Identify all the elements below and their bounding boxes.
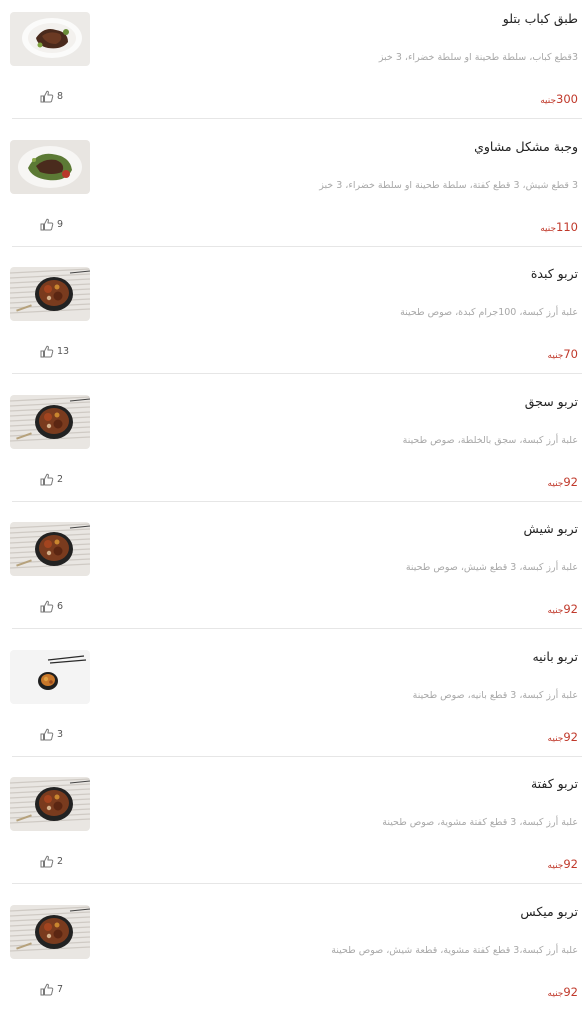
- price-currency: جنيه: [547, 351, 564, 361]
- price-value: 300: [556, 92, 578, 106]
- thumbs-up-icon: [40, 90, 54, 103]
- price-value: 92: [563, 602, 578, 616]
- dish-photo[interactable]: [10, 905, 90, 959]
- menu-item[interactable]: تربو كفتة علبة أرز كبسة، 3 قطع كفتة مشوي…: [0, 765, 587, 892]
- menu-item[interactable]: تربو شيش علبة أرز كبسة، 3 قطع شيش، صوص ط…: [0, 510, 587, 637]
- row-divider: [12, 373, 582, 374]
- price-value: 110: [556, 220, 578, 234]
- dish-photo[interactable]: [10, 777, 90, 831]
- dish-price: 300جنيه: [540, 88, 578, 107]
- like-count: 7: [57, 983, 64, 995]
- dish-photo[interactable]: [10, 140, 90, 194]
- menu-list: طبق كباب بتلو 3قطع كباب، سلطة طحينة او س…: [0, 0, 587, 1000]
- like-count: 6: [57, 600, 64, 612]
- dish-description: علبة أرز كبسة، 3 قطع كفتة مشوية، صوص طحي…: [382, 817, 578, 828]
- like-count: 2: [57, 855, 64, 867]
- row-divider: [12, 118, 582, 119]
- dish-title: تربو شيش: [523, 521, 578, 536]
- dish-description: 3 قطع شيش، 3 قطع كفتة، سلطة طحينة او سلط…: [319, 180, 578, 191]
- menu-item[interactable]: تربو ميكس علبة أرز كبسة،3 قطع كفتة مشوية…: [0, 893, 587, 1020]
- dish-price: 110جنيه: [540, 216, 578, 235]
- like-button[interactable]: 13: [40, 344, 90, 358]
- price-currency: جنيه: [547, 861, 564, 871]
- thumbs-up-icon: [40, 855, 54, 868]
- dish-title: وجبة مشكل مشاوي: [474, 139, 578, 154]
- dish-description: علبة أرز كبسة، 3 قطع شيش، صوص طحينة: [405, 562, 578, 573]
- price-currency: جنيه: [547, 989, 564, 999]
- price-value: 92: [563, 730, 578, 744]
- dish-title: طبق كباب بتلو: [502, 11, 578, 26]
- like-count: 3: [57, 728, 64, 740]
- menu-item[interactable]: تربو كبدة علبة أرز كبسة، 100جرام كبدة، ص…: [0, 255, 587, 382]
- price-currency: جنيه: [547, 734, 564, 744]
- dish-price: 92جنيه: [548, 471, 578, 490]
- thumbs-up-icon: [40, 728, 54, 741]
- like-button[interactable]: 8: [40, 89, 90, 103]
- menu-item[interactable]: تربو سجق علبة أرز كبسة، سجق بالخلطة، صوص…: [0, 383, 587, 510]
- like-count: 9: [57, 218, 64, 230]
- like-count: 13: [57, 345, 70, 357]
- dish-description: علبة أرز كبسة،3 قطع كفتة مشوية، قطعة شيش…: [331, 945, 578, 956]
- menu-item[interactable]: وجبة مشكل مشاوي 3 قطع شيش، 3 قطع كفتة، س…: [0, 128, 587, 255]
- thumbs-up-icon: [40, 983, 54, 996]
- dish-title: تربو ميكس: [520, 904, 578, 919]
- thumbs-up-icon: [40, 600, 54, 613]
- dish-photo[interactable]: [10, 12, 90, 66]
- price-currency: جنيه: [547, 479, 564, 489]
- like-button[interactable]: 2: [40, 472, 90, 486]
- like-count: 2: [57, 473, 64, 485]
- dish-price: 70جنيه: [548, 343, 578, 362]
- row-divider: [12, 756, 582, 757]
- dish-description: علبة أرز كبسة، سجق بالخلطة، صوص طحينة: [402, 435, 578, 446]
- price-value: 92: [563, 857, 578, 871]
- like-button[interactable]: 2: [40, 854, 90, 868]
- thumbs-up-icon: [40, 345, 54, 358]
- like-button[interactable]: 6: [40, 599, 90, 613]
- dish-title: تربو كبدة: [530, 266, 578, 281]
- menu-item[interactable]: طبق كباب بتلو 3قطع كباب، سلطة طحينة او س…: [0, 0, 587, 127]
- dish-title: تربو بانيه: [532, 649, 578, 664]
- dish-photo[interactable]: [10, 267, 90, 321]
- price-currency: جنيه: [540, 96, 557, 106]
- price-currency: جنيه: [547, 606, 564, 616]
- row-divider: [12, 246, 582, 247]
- dish-description: 3قطع كباب، سلطة طحينة او سلطة خضراء، 3 خ…: [378, 52, 578, 63]
- dish-title: تربو سجق: [524, 394, 578, 409]
- like-button[interactable]: 7: [40, 982, 90, 996]
- row-divider: [12, 501, 582, 502]
- thumbs-up-icon: [40, 218, 54, 231]
- row-divider: [12, 628, 582, 629]
- dish-description: علبة أرز كبسة، 100جرام كبدة، صوص طحينة: [400, 307, 578, 318]
- dish-description: علبة أرز كبسة، 3 قطع بانيه، صوص طحينة: [412, 690, 578, 701]
- like-count: 8: [57, 90, 64, 102]
- price-currency: جنيه: [540, 224, 557, 234]
- dish-price: 92جنيه: [548, 726, 578, 745]
- menu-item[interactable]: تربو بانيه علبة أرز كبسة، 3 قطع بانيه، ص…: [0, 638, 587, 765]
- price-value: 92: [563, 475, 578, 489]
- dish-photo[interactable]: [10, 395, 90, 449]
- like-button[interactable]: 3: [40, 727, 90, 741]
- dish-price: 92جنيه: [548, 598, 578, 617]
- price-value: 92: [563, 985, 578, 999]
- dish-price: 92جنيه: [548, 981, 578, 1000]
- row-divider: [12, 883, 582, 884]
- thumbs-up-icon: [40, 473, 54, 486]
- dish-price: 92جنيه: [548, 853, 578, 872]
- dish-photo[interactable]: [10, 522, 90, 576]
- dish-photo[interactable]: [10, 650, 90, 704]
- price-value: 70: [563, 347, 578, 361]
- dish-title: تربو كفتة: [530, 776, 578, 791]
- like-button[interactable]: 9: [40, 217, 90, 231]
